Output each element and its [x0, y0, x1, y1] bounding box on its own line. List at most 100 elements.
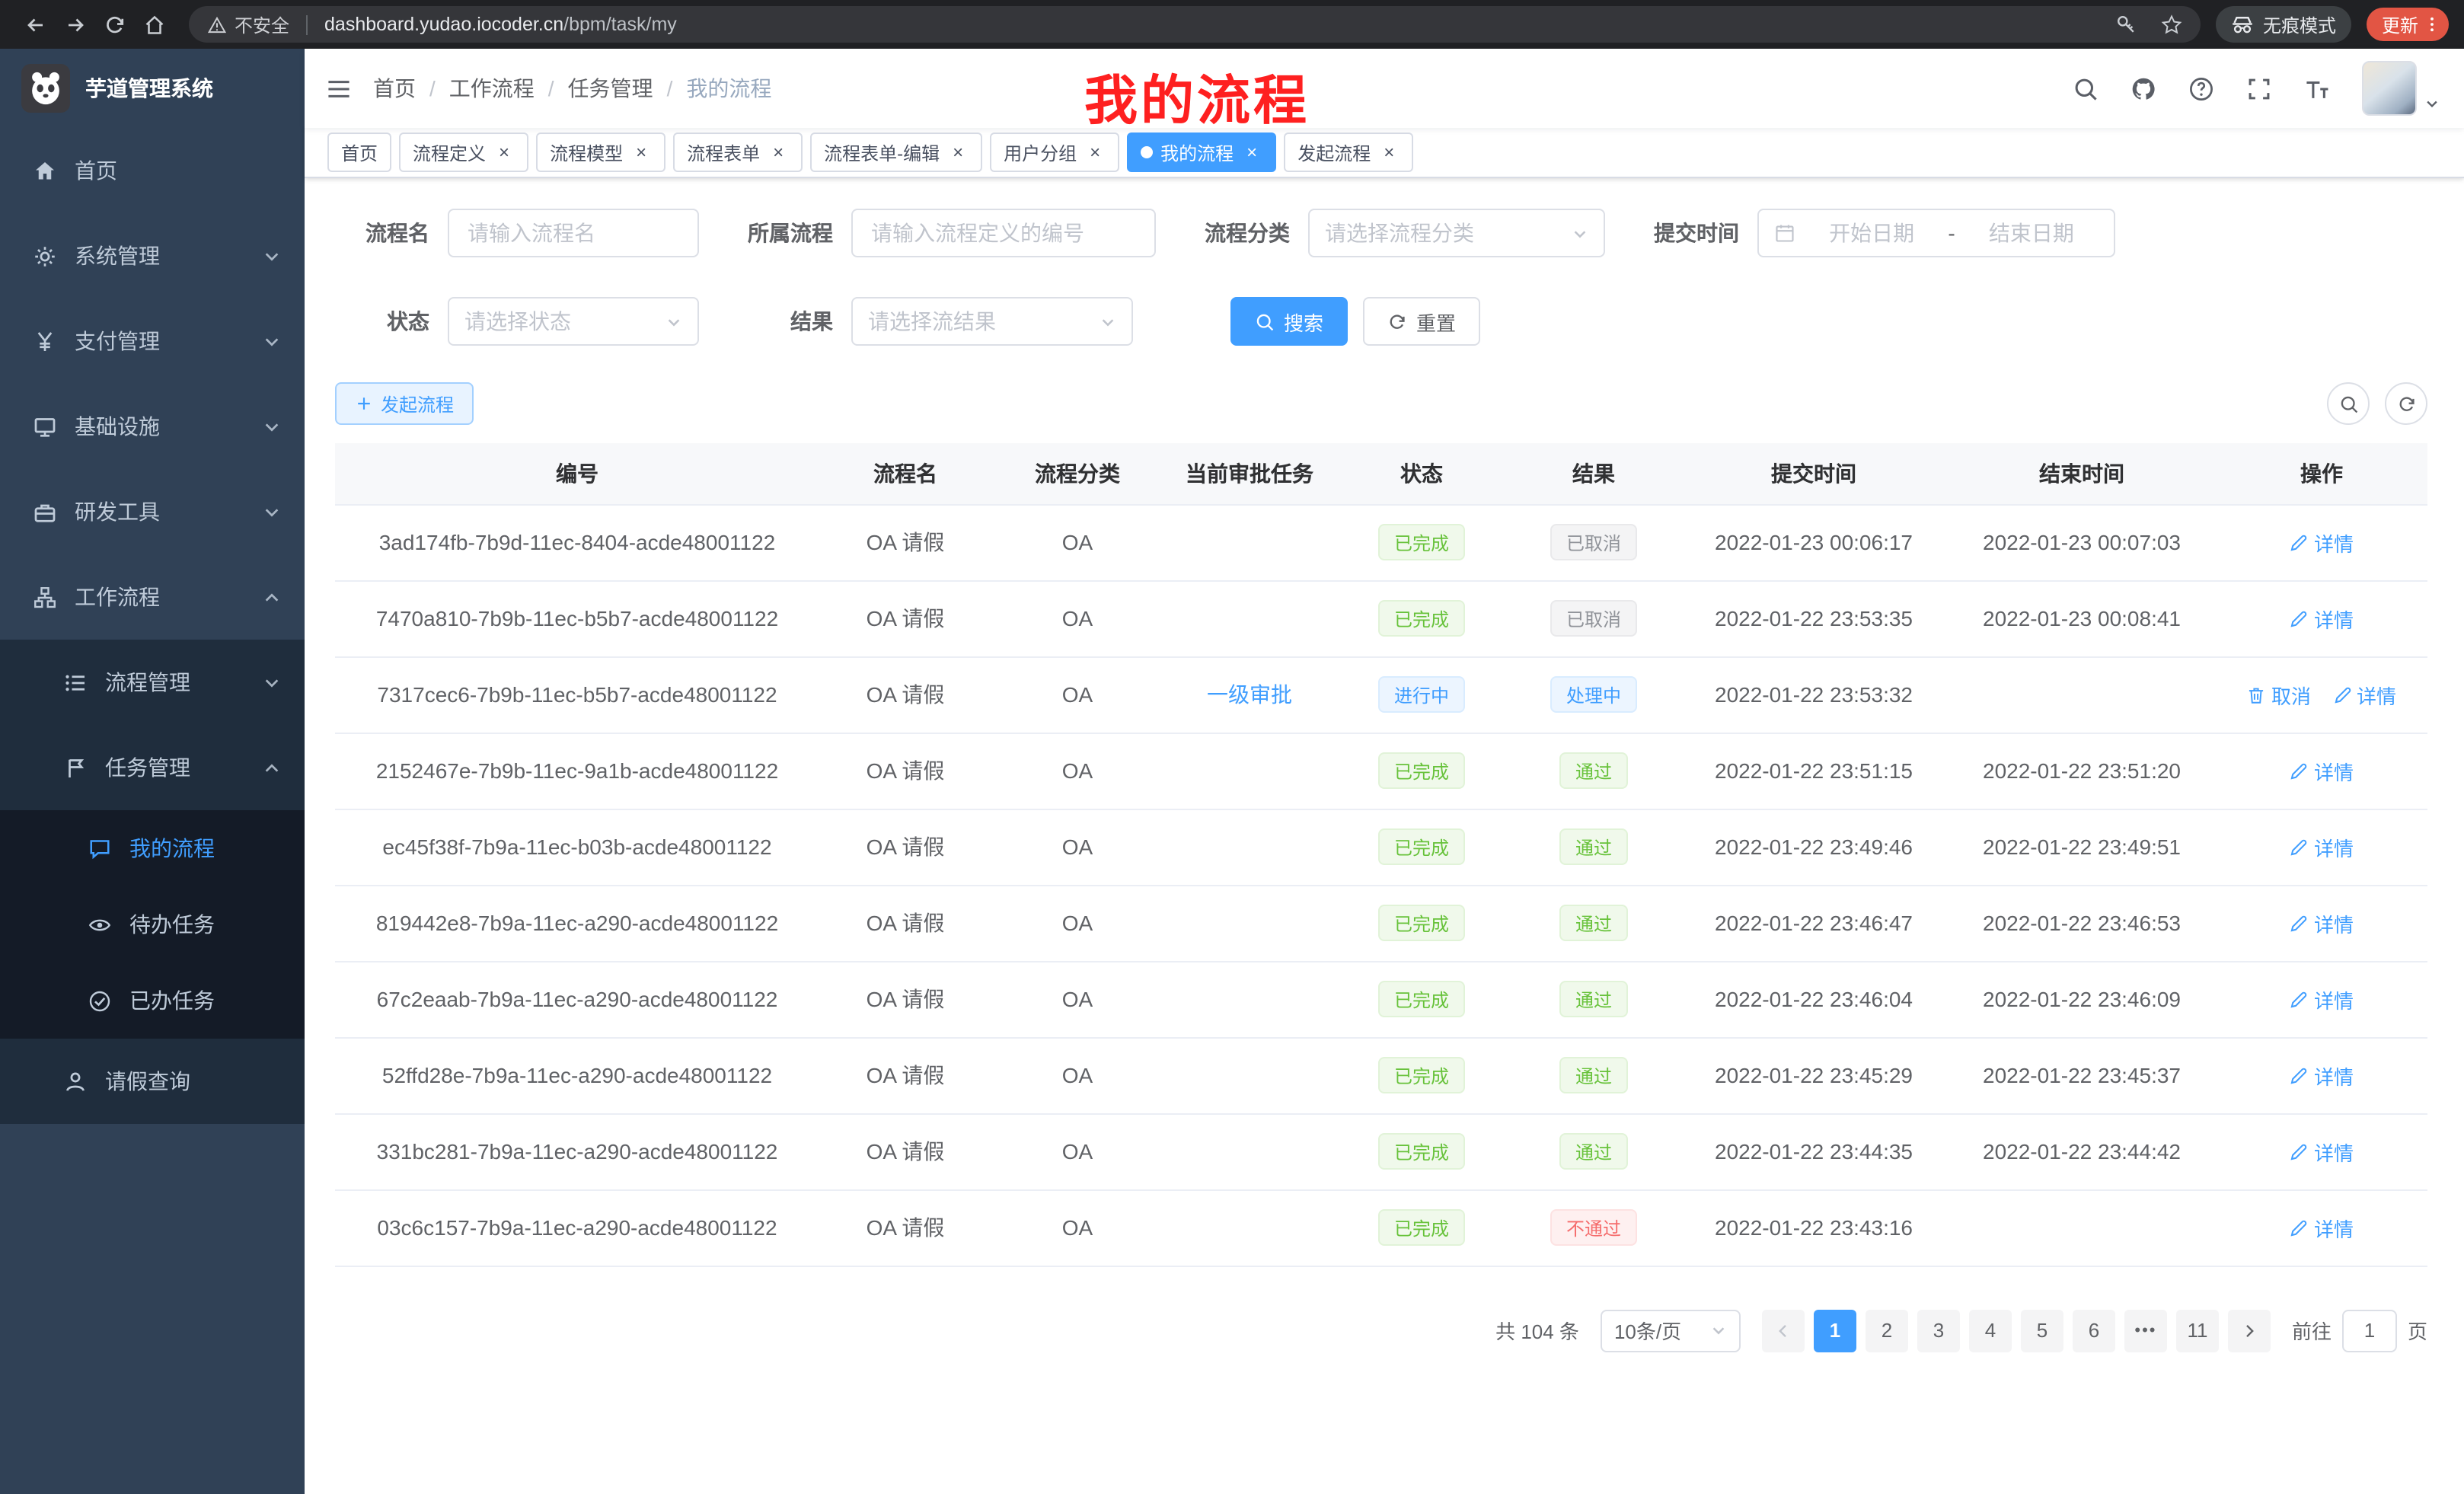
cell-end-time: 2022-01-22 23:44:42	[1948, 1113, 2216, 1189]
process-name-input[interactable]	[448, 209, 699, 257]
tab-close-icon[interactable]: ×	[1378, 142, 1400, 163]
sidebar-item-process-mgmt[interactable]: 流程管理	[0, 640, 305, 725]
result-select[interactable]: 请选择流结果	[851, 297, 1133, 346]
tab[interactable]: 流程定义×	[399, 132, 528, 172]
process-def-input[interactable]	[851, 209, 1156, 257]
action-detail[interactable]: 详情	[2290, 1061, 2354, 1090]
category-label: 流程分类	[1205, 218, 1290, 248]
status-tag: 进行中	[1379, 676, 1464, 713]
cell-actions: 详情	[2216, 1037, 2427, 1113]
page-button[interactable]: 4	[1969, 1309, 2012, 1352]
refresh-table-button[interactable]	[2385, 382, 2427, 425]
forward-icon[interactable]	[55, 5, 94, 44]
font-size-icon[interactable]	[2304, 75, 2330, 101]
sidebar-item-my-process[interactable]: 我的流程	[0, 810, 305, 886]
tab[interactable]: 流程表单×	[673, 132, 803, 172]
cell-actions: 详情	[2216, 885, 2427, 961]
tab[interactable]: 流程表单-编辑 ×	[810, 132, 982, 172]
goto-page-input[interactable]	[2342, 1309, 2397, 1352]
action-detail[interactable]: 详情	[2290, 985, 2354, 1014]
user-menu[interactable]	[2362, 61, 2440, 116]
fullscreen-icon[interactable]	[2246, 75, 2272, 101]
category-select[interactable]: 请选择流程分类	[1308, 209, 1605, 257]
sidebar-item-todo-task[interactable]: 待办任务	[0, 886, 305, 962]
tab-close-icon[interactable]: ×	[1084, 142, 1106, 163]
tab-close-icon[interactable]: ×	[630, 142, 652, 163]
tab[interactable]: 发起流程×	[1284, 132, 1413, 172]
result-tag: 通过	[1560, 1133, 1627, 1170]
tab[interactable]: 我的流程×	[1127, 132, 1276, 172]
tab[interactable]: 用户分组×	[990, 132, 1119, 172]
sidebar-item-home[interactable]: 首页	[0, 128, 305, 213]
action-icon	[2332, 685, 2352, 704]
breadcrumb-item[interactable]: 任务管理/	[568, 73, 687, 104]
sidebar-item-infra[interactable]: 基础设施	[0, 384, 305, 469]
tab[interactable]: 首页	[327, 132, 391, 172]
breadcrumb-item[interactable]: 首页/	[373, 73, 449, 104]
sidebar-item-system[interactable]: 系统管理	[0, 213, 305, 298]
app-logo[interactable]: 芋道管理系统	[0, 49, 305, 128]
bookmark-star-icon[interactable]	[2161, 14, 2182, 35]
action-detail[interactable]: 详情	[2290, 1213, 2354, 1242]
browser-home-icon[interactable]	[134, 5, 174, 44]
header-search-icon[interactable]	[2073, 75, 2099, 101]
incognito-badge: 无痕模式	[2216, 6, 2351, 43]
sidebar-item-task-mgmt[interactable]: 任务管理	[0, 725, 305, 810]
filter-status: 状态 请选择状态	[335, 297, 699, 346]
tab-close-icon[interactable]: ×	[947, 142, 969, 163]
toggle-search-button[interactable]	[2327, 382, 2370, 425]
action-icon	[2290, 1065, 2309, 1085]
action-detail[interactable]: 详情	[2290, 1137, 2354, 1166]
url-path: /bpm/task/my	[563, 14, 677, 35]
back-icon[interactable]	[15, 5, 55, 44]
hamburger-icon[interactable]	[305, 49, 373, 128]
page-button[interactable]: •••	[2124, 1309, 2167, 1352]
password-key-icon[interactable]	[2115, 14, 2137, 35]
tab-close-icon[interactable]: ×	[493, 142, 515, 163]
page-size-select[interactable]: 10条/页	[1601, 1309, 1741, 1352]
reload-icon[interactable]	[94, 5, 134, 44]
sidebar-item-leave-query[interactable]: 请假查询	[0, 1039, 305, 1124]
action-detail[interactable]: 详情	[2290, 528, 2354, 557]
tab-close-icon[interactable]: ×	[1241, 142, 1262, 163]
next-page-button[interactable]	[2228, 1309, 2271, 1352]
tab-close-icon[interactable]: ×	[768, 142, 789, 163]
page-button[interactable]: 6	[2073, 1309, 2115, 1352]
create-process-button[interactable]: 发起流程	[335, 382, 474, 425]
task-link[interactable]: 一级审批	[1207, 682, 1292, 707]
update-button[interactable]: 更新	[2367, 8, 2449, 41]
page-button[interactable]: 5	[2021, 1309, 2063, 1352]
sidebar-item-workflow[interactable]: 工作流程	[0, 554, 305, 640]
cell-id: 3ad174fb-7b9d-11ec-8404-acde48001122	[335, 504, 819, 580]
address-bar[interactable]: 不安全 dashboard.yudao.iocoder.cn/bpm/task/…	[189, 6, 2201, 43]
status-select[interactable]: 请选择状态	[448, 297, 699, 346]
page-button[interactable]: 2	[1866, 1309, 1908, 1352]
date-range-picker[interactable]: 开始日期 - 结束日期	[1757, 209, 2115, 257]
cell-submit-time: 2022-01-22 23:45:29	[1680, 1037, 1948, 1113]
column-header: 结束时间	[1948, 443, 2216, 504]
action-detail[interactable]: 详情	[2332, 680, 2396, 709]
page-button[interactable]: 1	[1814, 1309, 1856, 1352]
page-button[interactable]: 11	[2176, 1309, 2219, 1352]
action-detail[interactable]: 详情	[2290, 832, 2354, 861]
github-icon[interactable]	[2130, 75, 2156, 101]
cell-id: 331bc281-7b9a-11ec-a290-acde48001122	[335, 1113, 819, 1189]
action-cancel[interactable]: 取消	[2247, 680, 2311, 709]
page-button[interactable]: 3	[1917, 1309, 1960, 1352]
breadcrumb-item[interactable]: 工作流程/	[449, 73, 568, 104]
sidebar-item-done-task[interactable]: 已办任务	[0, 962, 305, 1039]
tab[interactable]: 流程模型 ×	[536, 132, 665, 172]
sidebar-item-payment[interactable]: 支付管理	[0, 298, 305, 384]
search-button[interactable]: 搜索	[1230, 297, 1348, 346]
docs-help-icon[interactable]	[2188, 75, 2214, 101]
action-detail[interactable]: 详情	[2290, 908, 2354, 937]
action-detail[interactable]: 详情	[2290, 604, 2354, 633]
tab-label: 流程表单-编辑	[824, 139, 940, 165]
chevron-down-icon	[665, 313, 682, 330]
prev-page-button[interactable]	[1762, 1309, 1805, 1352]
sidebar-item-devtools[interactable]: 研发工具	[0, 469, 305, 554]
reset-button[interactable]: 重置	[1363, 297, 1480, 346]
security-chip[interactable]: 不安全	[207, 11, 289, 37]
action-detail[interactable]: 详情	[2290, 756, 2354, 785]
tab-label: 流程模型	[550, 139, 623, 165]
